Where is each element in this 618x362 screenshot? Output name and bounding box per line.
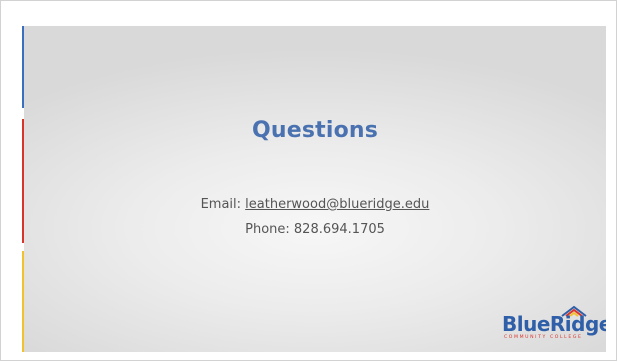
- email-line: Email: leatherwood@blueridge.edu: [24, 197, 606, 212]
- email-link[interactable]: leatherwood@blueridge.edu: [245, 197, 429, 212]
- phone-number: 828.694.1705: [293, 222, 385, 237]
- logo-wordmark: BlueRidge: [502, 312, 606, 336]
- phone-line: Phone: 828.694.1705: [24, 222, 606, 237]
- logo-subtitle: COMMUNITY COLLEGE: [504, 335, 583, 340]
- blueridge-logo: BlueRidge COMMUNITY COLLEGE: [502, 305, 606, 346]
- email-label: Email:: [200, 197, 242, 212]
- phone-label: Phone:: [245, 222, 290, 237]
- slide-canvas: Questions Email: leatherwood@blueridge.e…: [24, 26, 606, 352]
- slide-title: Questions: [251, 118, 379, 143]
